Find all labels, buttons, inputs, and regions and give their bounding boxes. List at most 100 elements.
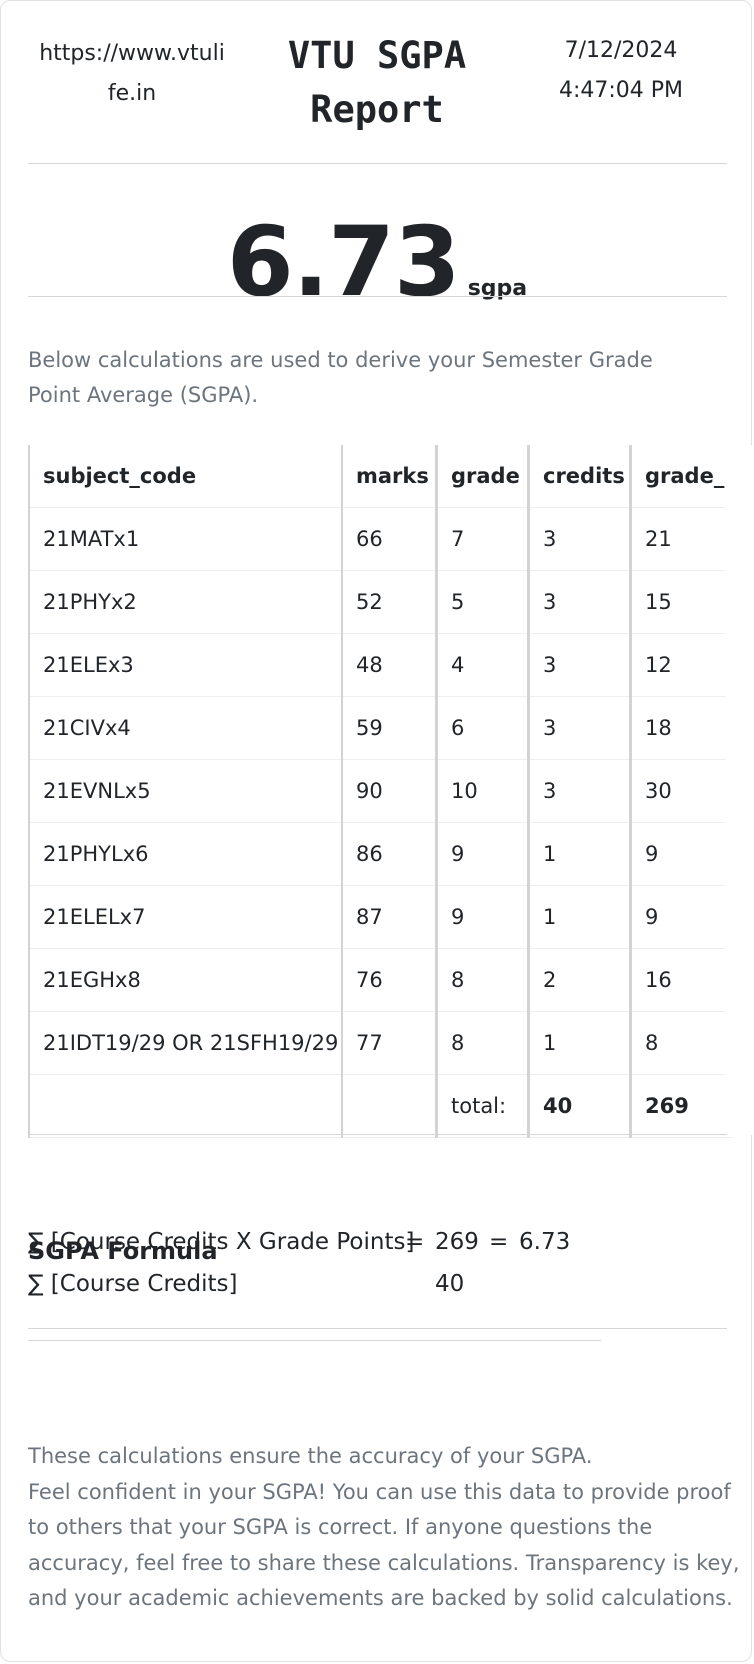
cell-subject-code: 21PHYx2 — [28, 570, 343, 634]
cell-marks: 66 — [342, 507, 438, 571]
table-row: 21EVNLx5 90 10 3 30 — [28, 759, 733, 823]
result-divider — [28, 296, 727, 297]
column-header-marks: marks — [342, 445, 438, 508]
cell-marks: 87 — [342, 885, 438, 949]
formula-numerator-row: ∑ [Course Credits X Grade Points] — [28, 1229, 414, 1255]
cell-marks: 76 — [342, 948, 438, 1012]
formula-result-value: 6.73 — [519, 1229, 571, 1255]
table-scroll-edge — [725, 445, 754, 1135]
report-date: 7/12/2024 — [564, 38, 678, 63]
report-time: 4:47:04 PM — [558, 78, 684, 103]
cell-grade: 10 — [436, 759, 530, 823]
page-title-line2: Report — [310, 88, 444, 131]
cell-subject-code: 21IDT19/29 OR 21SFH19/29 — [28, 1011, 343, 1075]
cell-grade-x-credits: 9 — [630, 822, 733, 886]
sgpa-unit: sgpa — [467, 276, 528, 301]
cell-empty — [28, 1074, 343, 1138]
table-row: 21ELELx7 87 9 1 9 — [28, 885, 733, 949]
header-divider — [28, 163, 727, 164]
cell-credits: 3 — [528, 507, 632, 571]
formula-denominator-value: 40 — [435, 1271, 465, 1297]
column-header-subject-code: subject_code — [28, 445, 343, 508]
footer-line: These calculations ensure the accuracy o… — [28, 1444, 593, 1468]
cell-marks: 52 — [342, 570, 438, 634]
cell-marks: 90 — [342, 759, 438, 823]
cell-grade-x-credits: 8 — [630, 1011, 733, 1075]
cell-grade-x-credits: 18 — [630, 696, 733, 760]
table-row: 21PHYLx6 86 9 1 9 — [28, 822, 733, 886]
total-credits: 40 — [528, 1074, 632, 1138]
cell-grade: 9 — [436, 885, 530, 949]
cell-marks: 77 — [342, 1011, 438, 1075]
table-header-row: subject_code marks grade credits grade_x… — [28, 445, 733, 508]
cell-grade: 8 — [436, 948, 530, 1012]
page-title-line1: VTU SGPA — [287, 34, 467, 77]
column-header-credits: credits — [528, 445, 632, 508]
cell-grade: 4 — [436, 633, 530, 697]
footer-line: to others that your SGPA is correct. If … — [28, 1515, 653, 1539]
grades-table: subject_code marks grade credits grade_x… — [28, 445, 733, 1138]
table-row: 21CIVx4 59 6 3 18 — [28, 696, 733, 760]
footer-line: accuracy, feel free to share these calcu… — [28, 1550, 740, 1575]
formula-fraction-line — [28, 1340, 601, 1341]
cell-credits: 3 — [528, 759, 632, 823]
page-title: VTU SGPA Report — [251, 29, 503, 137]
cell-credits: 1 — [528, 885, 632, 949]
cell-grade: 6 — [436, 696, 530, 760]
cell-subject-code: 21ELELx7 — [28, 885, 343, 949]
cell-credits: 3 — [528, 570, 632, 634]
cell-grade-x-credits: 16 — [630, 948, 733, 1012]
cell-credits: 1 — [528, 822, 632, 886]
column-header-grade-x-credits: grade_x_credits — [645, 464, 733, 488]
report-card: https://www.vtuli fe.in VTU SGPA Report … — [0, 0, 754, 1662]
report-datetime: 7/12/2024 4:47:04 PM — [531, 31, 711, 111]
cell-grade-x-credits: 15 — [630, 570, 733, 634]
cell-grade-x-credits: 9 — [630, 885, 733, 949]
cell-grade: 7 — [436, 507, 530, 571]
formula-denominator: ∑ [Course Credits] — [28, 1271, 238, 1297]
cell-credits: 1 — [528, 1011, 632, 1075]
table-row: 21PHYx2 52 5 3 15 — [28, 570, 733, 634]
total-grade-points: 269 — [630, 1074, 733, 1138]
table-row: 21IDT19/29 OR 21SFH19/29 77 8 1 8 — [28, 1011, 733, 1075]
cell-subject-code: 21MATx1 — [28, 507, 343, 571]
formula-equals-1: = — [405, 1229, 425, 1255]
cell-marks: 48 — [342, 633, 438, 697]
cell-grade: 9 — [436, 822, 530, 886]
total-label: total: — [436, 1074, 530, 1138]
cell-credits: 3 — [528, 633, 632, 697]
calculation-description: Below calculations are used to derive yo… — [28, 348, 653, 407]
table-total-row: total: 40 269 — [28, 1074, 733, 1138]
table-row: 21MATx1 66 7 3 21 — [28, 507, 733, 571]
cell-subject-code: 21CIVx4 — [28, 696, 343, 760]
cell-marks: 86 — [342, 822, 438, 886]
sgpa-value: 6.73 — [226, 206, 461, 318]
formula-divider — [28, 1328, 727, 1329]
cell-grade-x-credits: 21 — [630, 507, 733, 571]
table-row: 21EGHx8 76 8 2 16 — [28, 948, 733, 1012]
cell-subject-code: 21PHYLx6 — [28, 822, 343, 886]
report-header: https://www.vtuli fe.in VTU SGPA Report … — [1, 1, 753, 141]
footer-line: Feel confident in your SGPA! You can use… — [28, 1479, 731, 1504]
cell-subject-code: 21EVNLx5 — [28, 759, 343, 823]
table-divider — [28, 1134, 727, 1135]
site-url-line1: https://www.vtuli — [39, 41, 225, 66]
site-url: https://www.vtuli fe.in — [27, 34, 237, 114]
footer-line: and your academic achievements are backe… — [28, 1586, 733, 1610]
cell-grade-x-credits: 30 — [630, 759, 733, 823]
site-url-line2: fe.in — [107, 81, 157, 106]
cell-subject-code: 21EGHx8 — [28, 948, 343, 1012]
cell-grade: 5 — [436, 570, 530, 634]
cell-credits: 3 — [528, 696, 632, 760]
sgpa-result: 6.73 sgpa — [1, 207, 753, 317]
column-header-grade: grade — [436, 445, 530, 508]
formula-numerator: ∑ [Course Credits X Grade Points] — [28, 1229, 415, 1255]
formula-numerator-value: 269 — [435, 1229, 479, 1255]
table-row: 21ELEx3 48 4 3 12 — [28, 633, 733, 697]
formula-equals-2: = — [489, 1229, 509, 1255]
cell-subject-code: 21ELEx3 — [28, 633, 343, 697]
cell-grade-x-credits: 12 — [630, 633, 733, 697]
cell-grade: 8 — [436, 1011, 530, 1075]
cell-empty — [342, 1074, 438, 1138]
footer-note: These calculations ensure the accuracy o… — [28, 1439, 740, 1617]
